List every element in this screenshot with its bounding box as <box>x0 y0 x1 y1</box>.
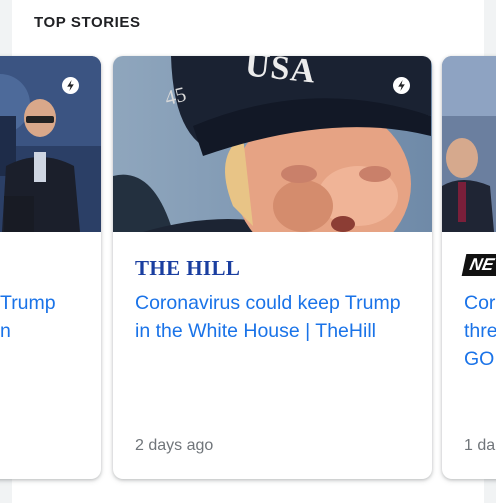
publisher-logo: THE HILL <box>135 256 241 280</box>
card-thumbnail <box>442 56 496 232</box>
card-headline[interactable]: Coronavirus could keep Trump in the Whit… <box>135 289 415 345</box>
card-headline[interactable]: Trump n <box>0 289 56 345</box>
card-timestamp: 2 days ago <box>135 437 214 454</box>
publisher-logo: NE <box>461 254 496 276</box>
news-card-thehill[interactable]: 45 USA THE HILL Coronavirus could keep T… <box>113 56 432 479</box>
amp-lightning-icon <box>62 77 79 94</box>
amp-lightning-icon <box>393 77 410 94</box>
news-card-right[interactable]: NE Cor thre GO 1 da <box>442 56 496 479</box>
news-card-left[interactable]: Trump n <box>0 56 101 479</box>
top-stories-carousel[interactable]: Trump n 45 USA THE HILL Coronavirus coul… <box>0 0 496 503</box>
card-headline[interactable]: Cor thre GO <box>464 289 496 373</box>
card-timestamp: 1 da <box>464 437 496 454</box>
card-thumbnail <box>0 56 101 232</box>
